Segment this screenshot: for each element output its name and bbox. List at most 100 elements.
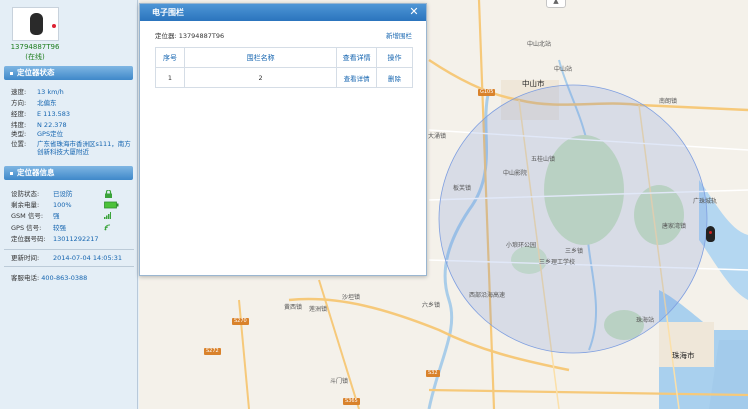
info-row-phone: 定位器号码: 13011292217 [11,235,135,243]
section-title: 定位器信息 [17,168,55,177]
map-label: 南朗镇 [659,98,678,105]
section-title: 定位器状态 [17,68,55,77]
road-badge: S32 [426,370,440,377]
row-label: 更新时间: [11,254,40,262]
row-label: 纬度: [11,121,27,129]
column-header: 操作 [376,47,413,68]
map-label: 三乡镇 [565,248,584,255]
info-row-gps: GPS 信号: 较强 [11,224,135,232]
map-label: 五桂山镇 [531,156,556,163]
close-icon: ✕ [409,5,419,18]
geofence-dialog: 电子围栏 ✕ 定位器: 13794887T96 新增围栏 序号 围栏名称 查看详… [139,3,427,276]
close-button[interactable]: ✕ [408,6,420,18]
row-value: 广东省珠海市香洲区s111，南方创新科技大厦附近 [37,140,131,156]
row-label: 经度: [11,110,27,118]
road-badge: S365 [343,398,360,405]
info-row-battery: 剩余电量: 100% [11,201,135,209]
row-value: N 22.378 [37,121,67,129]
device-name: 13794887T96 [10,43,60,51]
battery-icon [104,201,119,209]
app-root: 13794887T96 (在线) 定位器状态 速度: 13 km/h 方向: 北偏东… [0,0,748,409]
device-thumbnail[interactable] [12,7,59,41]
section-header-status: 定位器状态 [4,66,133,80]
map-label: 西部沿海高速 [469,292,506,299]
table-header-row: 序号 围栏名称 查看详情 操作 [155,47,413,68]
device-label-text: 定位器: [155,32,179,40]
status-row-speed: 速度: 13 km/h [11,88,135,96]
road-badge: G105 [478,89,496,96]
map-label-zhongshan: 中山市 [522,79,545,88]
row-value: 北偏东 [37,99,57,107]
device-online-status: (在线) [25,53,45,61]
row-value: GPS定位 [37,130,64,138]
map-label: 三乡理工学校 [539,259,576,266]
map-label: 中山北站 [527,41,552,48]
map-label: 中山影院 [503,170,528,177]
column-header: 查看详情 [336,47,378,68]
column-header: 围栏名称 [183,47,338,68]
bullet-icon [10,171,13,175]
divider [4,249,134,250]
status-row-latitude: 纬度: N 22.378 [11,121,135,129]
gps-tracker-icon [30,13,56,35]
service-label: 客服电话: [11,274,42,282]
service-phone: 客服电话: 400-863-0388 [11,272,87,282]
row-label: 方向: [11,99,27,107]
map-pan-up-button[interactable]: ▲ [546,0,566,8]
lock-icon [105,190,112,198]
row-value: E 113.583 [37,110,71,118]
row-label: GSM 信号: [11,212,44,220]
section-header-info: 定位器信息 [4,166,133,180]
divider [4,266,134,267]
gps-signal-icon [104,224,111,231]
row-value: 2014-07-04 14:05:31 [53,254,123,262]
marker-led [709,231,712,234]
device-location-marker[interactable] [706,226,715,242]
dialog-device-label: 定位器: 13794887T96 [155,30,224,40]
map-label: 黄西镇 [284,304,303,311]
map-label: 珠海站 [636,317,655,324]
map-label: 中山站 [554,66,573,73]
row-label: 类型: [11,130,27,138]
service-value: 400-863-0388 [41,274,88,282]
row-label: 剩余电量: [11,201,40,209]
bullet-icon [10,71,13,75]
device-label-value: 13794887T96 [178,32,225,40]
chevron-up-icon: ▲ [553,0,559,5]
signal-bars-icon [104,212,111,219]
map-label: 六乡镇 [422,302,441,309]
view-details-link[interactable]: 查看详情 [336,67,378,88]
sidebar: 13794887T96 (在线) 定位器状态 速度: 13 km/h 方向: 北偏东… [0,0,138,409]
row-value: 13011292217 [53,235,99,243]
map-label: 小琅环公园 [506,242,537,249]
dialog-header: 电子围栏 ✕ [140,4,426,21]
cell-index: 1 [155,67,185,88]
map-label: 沙坦镇 [342,294,361,301]
row-value: 已设防 [53,190,73,198]
row-value: 13 km/h [37,88,64,96]
dialog-title: 电子围栏 [152,8,184,17]
info-row-defense: 设防状态: 已设防 [11,190,135,198]
new-fence-link[interactable]: 新增围栏 [386,30,412,40]
row-label: GPS 信号: [11,224,42,232]
info-row-gsm: GSM 信号: 强 [11,212,135,220]
tracker-led [52,24,56,28]
row-value: 100% [53,201,72,209]
status-row-location: 位置: 广东省珠海市香洲区s111，南方创新科技大厦附近 [11,140,135,156]
fence-table: 序号 围栏名称 查看详情 操作 1 2 查看详情 删除 [155,47,413,88]
map-label: 大涌镇 [428,133,447,140]
column-header: 序号 [155,47,185,68]
table-row: 1 2 查看详情 删除 [155,67,413,88]
road-badge: S272 [204,348,221,355]
row-value: 较强 [53,224,66,232]
row-label: 位置: [11,140,27,148]
map-label: 莲洲镇 [309,306,328,313]
map-label: 唐家湾镇 [662,223,687,230]
status-row-type: 类型: GPS定位 [11,130,135,138]
row-label: 速度: [11,88,27,96]
delete-link[interactable]: 删除 [376,67,413,88]
map-label: 广珠城轨 [693,198,718,205]
status-row-longitude: 经度: E 113.583 [11,110,135,118]
cell-fence-name: 2 [183,67,338,88]
update-time-row: 更新时间: 2014-07-04 14:05:31 [11,254,135,262]
